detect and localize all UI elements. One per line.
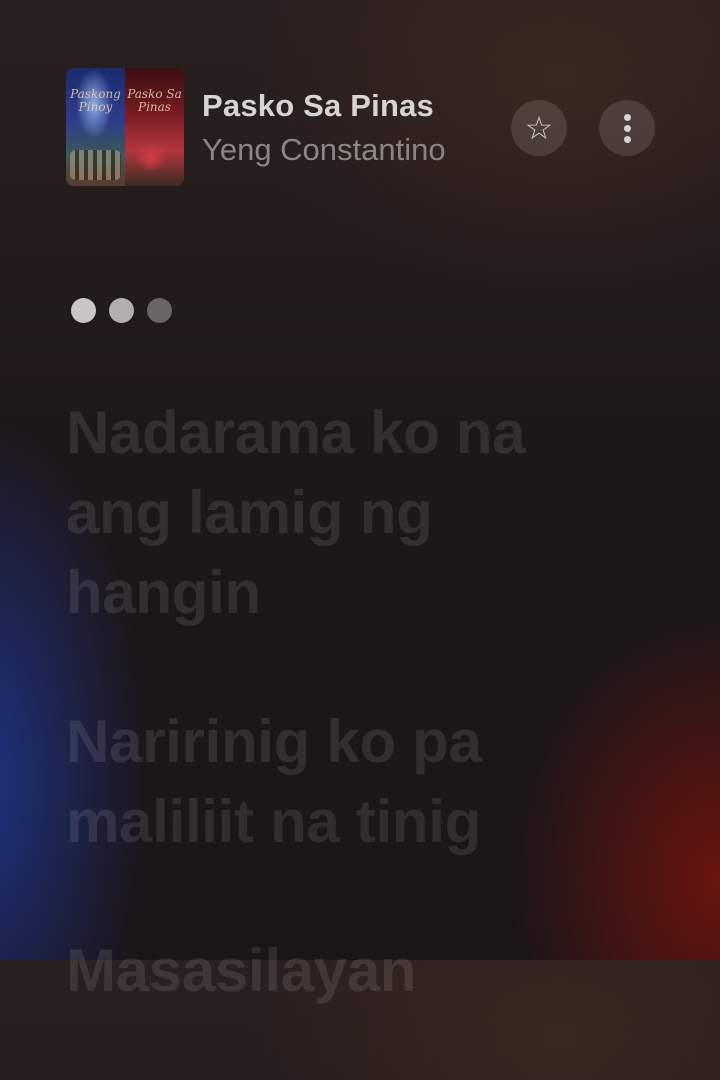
lyric-line[interactable]: Nadarama ko na ang lamig ng hangin <box>66 393 626 633</box>
artwork-right-panel: Pasko Sa Pinas <box>125 68 184 186</box>
lyric-line[interactable]: Masasilayan <box>66 931 626 1011</box>
more-options-button[interactable] <box>599 100 655 156</box>
album-artwork[interactable]: Paskong Pinoy Pasko Sa Pinas <box>66 68 184 186</box>
artwork-left-title: Paskong Pinoy <box>70 87 121 114</box>
lyrics-panel: Nadarama ko na ang lamig ng hangin Narir… <box>66 393 626 1080</box>
now-playing-header: Paskong Pinoy Pasko Sa Pinas Pasko Sa Pi… <box>66 68 656 186</box>
artwork-left-panel: Paskong Pinoy <box>66 68 125 186</box>
more-vertical-icon <box>623 113 631 143</box>
song-title[interactable]: Pasko Sa Pinas <box>202 88 434 124</box>
song-artist[interactable]: Yeng Constantino <box>202 132 446 168</box>
ellipsis-dots-icon <box>71 298 172 323</box>
artwork-people <box>70 150 121 180</box>
star-icon: ☆ <box>524 110 554 146</box>
favorite-button[interactable]: ☆ <box>511 100 567 156</box>
artwork-right-title: Pasko Sa Pinas <box>127 87 182 114</box>
lyric-line[interactable]: Naririnig ko pa maliliit na tinig <box>66 702 626 862</box>
